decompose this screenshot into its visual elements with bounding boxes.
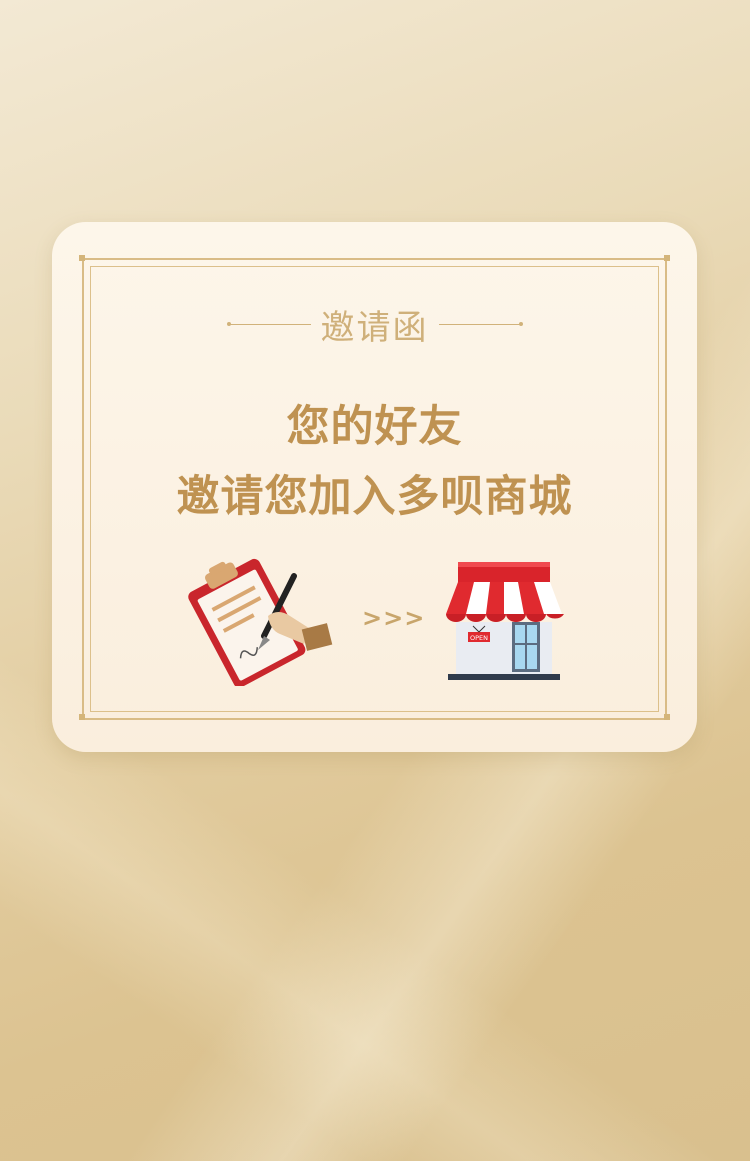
arrows-indicator: >>> — [362, 604, 426, 632]
headline-line2: 邀请您加入多呗商城 — [176, 472, 573, 522]
subtitle-row: 邀请函 — [52, 304, 697, 348]
store-sign-text: OPEN — [470, 634, 488, 642]
divider-left — [226, 321, 311, 326]
frame-corner — [664, 255, 670, 261]
headline-line1: 您的好友 — [286, 402, 463, 452]
clipboard-sign-icon — [188, 558, 333, 686]
frame-corner — [79, 255, 85, 261]
frame-corner — [79, 714, 85, 720]
store-icon: OPEN — [446, 562, 564, 680]
invitation-subtitle: 邀请函 — [320, 307, 429, 348]
divider-right — [438, 321, 523, 326]
frame-corner — [664, 714, 670, 720]
invitation-card: 邀请函 您的好友 邀请您加入多呗商城 >>> OPEN — [52, 222, 697, 752]
